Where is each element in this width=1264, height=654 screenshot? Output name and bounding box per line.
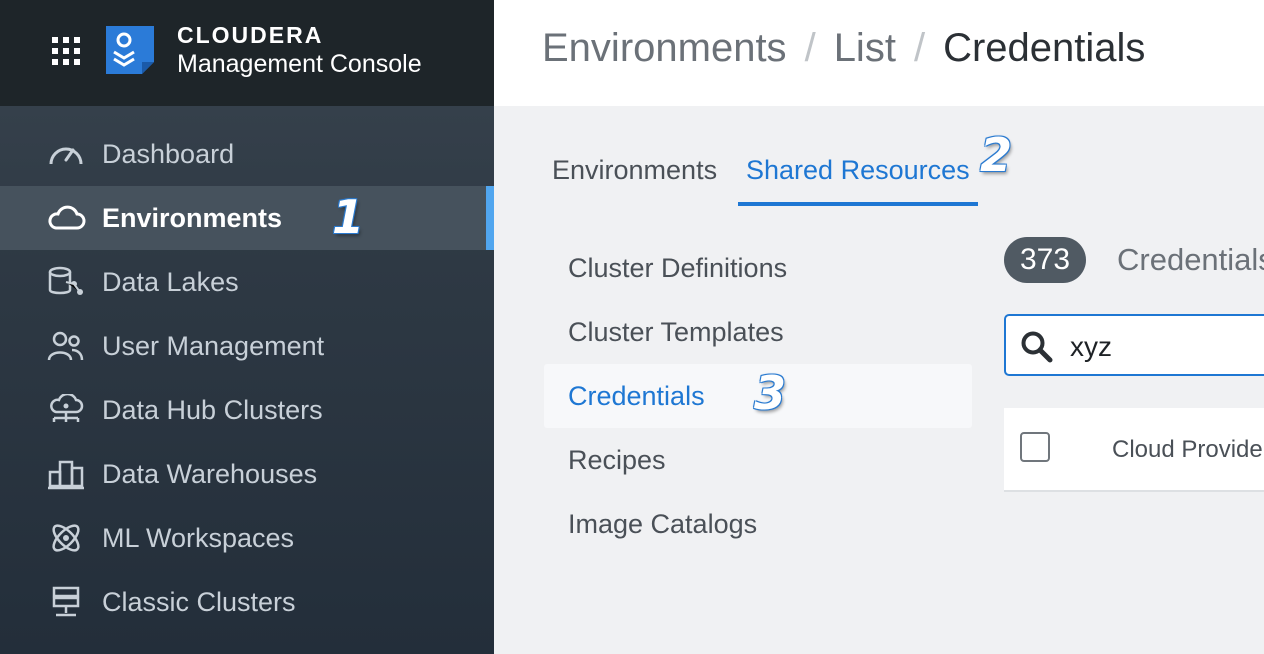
tab-shared-resources[interactable]: Shared Resources	[746, 155, 970, 186]
sidebar-nav: Dashboard Environments 1 Data Lakes User…	[0, 122, 494, 634]
shared-resources-nav: Cluster Definitions Cluster Templates Cr…	[544, 236, 972, 556]
subnav-item-image-catalogs[interactable]: Image Catalogs	[544, 492, 972, 556]
sidebar-item-label: Environments	[102, 203, 283, 233]
sidebar-item-environments[interactable]: Environments 1	[0, 186, 494, 250]
subnav-item-cluster-templates[interactable]: Cluster Templates	[544, 300, 972, 364]
tab-environments[interactable]: Environments	[552, 155, 717, 186]
breadcrumb-separator: /	[804, 26, 816, 70]
step-badge-3: 3	[754, 366, 787, 420]
subnav-item-label: Cluster Templates	[568, 317, 784, 347]
breadcrumb-list[interactable]: List	[834, 26, 896, 70]
subnav-item-credentials[interactable]: Credentials 3	[544, 364, 972, 428]
sidebar-item-label: Dashboard	[102, 139, 235, 169]
step-badge-2: 2	[980, 128, 1013, 182]
subnav-item-label: Recipes	[568, 445, 666, 475]
subnav-item-label: Cluster Definitions	[568, 253, 788, 283]
credentials-count-badge: 373	[1004, 237, 1086, 283]
subnav-item-cluster-definitions[interactable]: Cluster Definitions	[544, 236, 972, 300]
data-lake-icon	[48, 266, 83, 295]
sidebar-item-label: Data Warehouses	[102, 459, 318, 489]
sidebar-item-data-hub-clusters[interactable]: Data Hub Clusters	[0, 378, 494, 442]
cloudera-logo-icon	[106, 26, 154, 74]
brand-bar: CLOUDERA Management Console	[0, 0, 494, 106]
sidebar-item-data-lakes[interactable]: Data Lakes	[0, 250, 494, 314]
gauge-icon	[49, 147, 83, 165]
select-all-checkbox[interactable]	[1020, 432, 1050, 462]
sidebar-item-ml-workspaces[interactable]: ML Workspaces	[0, 506, 494, 570]
sidebar-item-classic-clusters[interactable]: Classic Clusters	[0, 570, 494, 634]
subnav-item-recipes[interactable]: Recipes	[544, 428, 972, 492]
sidebar-item-user-management[interactable]: User Management	[0, 314, 494, 378]
breadcrumb-separator: /	[913, 26, 926, 70]
subnav-item-label: Credentials	[568, 381, 705, 411]
product-name: Management Console	[177, 50, 422, 78]
credentials-heading: Credentials	[1117, 242, 1264, 277]
users-icon	[47, 331, 84, 361]
search-input[interactable]: xyz	[1004, 314, 1264, 376]
cloud-icon	[48, 205, 86, 230]
search-value: xyz	[1070, 331, 1112, 362]
data-hub-icon	[50, 394, 84, 422]
warehouse-icon	[48, 460, 84, 490]
sidebar-item-label: Classic Clusters	[102, 587, 296, 617]
sidebar: CLOUDERA Management Console Dashboard En…	[0, 0, 494, 654]
breadcrumb: Environments / List / Credentials	[542, 26, 1145, 71]
sidebar-item-label: Data Lakes	[102, 267, 239, 297]
breadcrumb-credentials: Credentials	[943, 26, 1146, 70]
column-header-cloud-provider[interactable]: Cloud Provider	[1112, 436, 1264, 464]
page-header: Environments / List / Credentials	[494, 0, 1264, 106]
sidebar-item-label: Data Hub Clusters	[102, 395, 323, 425]
ml-atom-icon	[52, 524, 80, 552]
breadcrumb-environments[interactable]: Environments	[542, 26, 787, 70]
subnav-item-label: Image Catalogs	[568, 509, 758, 539]
step-badge-1: 1	[332, 190, 365, 244]
search-icon	[1021, 331, 1053, 363]
sidebar-item-label: User Management	[102, 331, 325, 361]
credentials-table-header: Cloud Provider	[1004, 408, 1264, 492]
brand-name: CLOUDERA	[177, 22, 324, 48]
sidebar-item-dashboard[interactable]: Dashboard	[0, 122, 494, 186]
server-icon	[52, 586, 80, 617]
active-tab-indicator	[738, 202, 978, 206]
sidebar-item-label: ML Workspaces	[102, 523, 295, 553]
app-grid-icon[interactable]	[52, 37, 80, 65]
sidebar-item-data-warehouses[interactable]: Data Warehouses	[0, 442, 494, 506]
